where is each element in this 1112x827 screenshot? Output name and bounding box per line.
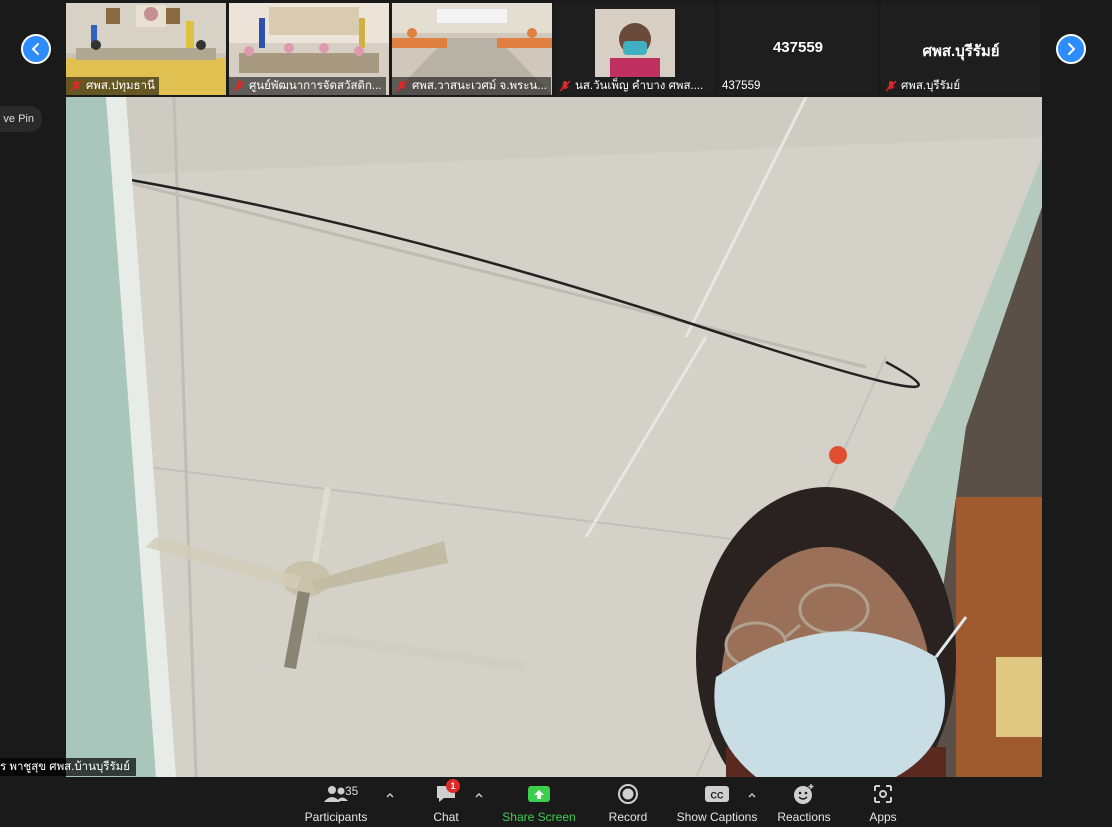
participant-name: ศพส.บุรีรัมย์ xyxy=(901,80,961,92)
chevron-up-icon xyxy=(748,793,756,798)
remove-pin-button[interactable]: ve Pin xyxy=(0,106,42,132)
participant-count: 35 xyxy=(345,784,359,798)
chevron-right-icon xyxy=(1068,43,1075,55)
chevron-left-icon xyxy=(32,43,39,55)
record-label: Record xyxy=(608,810,648,824)
chat-label: Chat xyxy=(433,810,459,824)
active-speaker-video xyxy=(66,97,1042,777)
meeting-toolbar: 35 Participants 1 Chat Share Screen Reco… xyxy=(0,777,1112,827)
participants-options-caret[interactable] xyxy=(385,787,395,798)
participant-name-bar: นส.วันเพ็ญ คำบาง ศพส.... xyxy=(555,77,707,95)
participant-name: ศูนย์พัฒนาการจัดสวัสดิก... xyxy=(249,80,382,92)
chevron-up-icon xyxy=(386,793,394,798)
participant-name-bar: 437559 xyxy=(718,77,764,95)
participant-name: ศพส.ปทุมธานี xyxy=(86,80,155,92)
captions-icon-text: CC xyxy=(711,791,724,801)
smiley-plus-icon xyxy=(794,784,814,804)
participant-display-name: ศพส.บุรีรัมย์ xyxy=(922,43,1000,60)
participant-name: 437559 xyxy=(722,80,761,92)
chevron-up-icon xyxy=(475,793,483,798)
show-captions-label: Show Captions xyxy=(676,810,758,824)
speaker-video-frame xyxy=(66,97,1042,777)
participant-name-bar: ศพส.ปทุมธานี xyxy=(66,77,159,95)
mic-muted-icon xyxy=(70,80,82,92)
participant-tile[interactable]: ศพส.ปทุมธานี xyxy=(66,3,226,95)
participant-name-bar: ศูนย์พัฒนาการจัดสวัสดิก... xyxy=(229,77,386,95)
apps-button[interactable]: Apps xyxy=(865,781,901,825)
record-button[interactable]: Record xyxy=(605,781,651,825)
chat-unread-badge: 1 xyxy=(446,779,460,793)
share-screen-label: Share Screen xyxy=(502,810,576,824)
chat-options-caret[interactable] xyxy=(474,787,484,798)
mic-muted-icon xyxy=(233,80,245,92)
reactions-label: Reactions xyxy=(777,810,831,824)
closed-captions-icon: CC xyxy=(705,786,729,802)
participants-label: Participants xyxy=(304,810,368,824)
captions-options-caret[interactable] xyxy=(747,787,757,798)
mic-muted-icon xyxy=(559,80,571,92)
participants-button[interactable]: 35 Participants xyxy=(303,781,369,825)
participant-strip: ศพส.ปทุมธานี ศูนย์พัฒนาการจัดสวัสดิก... xyxy=(0,0,1112,97)
active-speaker-name: ร พาชูสุข ศพส.บ้านบุรีรัมย์ xyxy=(0,758,136,776)
participant-display-name: 437559 xyxy=(772,39,824,56)
record-icon xyxy=(618,784,638,804)
mic-muted-icon xyxy=(396,80,408,92)
zoom-meeting-window: ศพส.ปทุมธานี ศูนย์พัฒนาการจัดสวัสดิก... xyxy=(0,0,1112,827)
share-screen-icon xyxy=(528,786,550,802)
participant-tile[interactable]: ศพส.บุรีรัมย์ ศพส.บุรีรัมย์ xyxy=(881,3,1041,95)
participant-name-bar: ศพส.บุรีรัมย์ xyxy=(881,77,964,95)
chat-button[interactable]: 1 Chat xyxy=(426,779,466,825)
participant-tile[interactable]: 437559 437559 xyxy=(718,3,878,95)
reactions-button[interactable]: Reactions xyxy=(775,781,833,825)
participant-name: ศพส.วาสนะเวศม์ จ.พระน... xyxy=(412,80,547,92)
participant-name-bar: ศพส.วาสนะเวศม์ จ.พระน... xyxy=(392,77,551,95)
participant-tile[interactable]: นส.วันเพ็ญ คำบาง ศพส.... xyxy=(555,3,715,95)
previous-page-button[interactable] xyxy=(21,34,51,64)
mic-muted-icon xyxy=(885,80,897,92)
share-screen-button[interactable]: Share Screen xyxy=(502,781,576,825)
participant-tile[interactable]: ศพส.วาสนะเวศม์ จ.พระน... xyxy=(392,3,552,95)
apps-label: Apps xyxy=(869,810,897,824)
participant-tile[interactable]: ศูนย์พัฒนาการจัดสวัสดิก... xyxy=(229,3,389,95)
apps-icon xyxy=(874,785,892,803)
next-page-button[interactable] xyxy=(1056,34,1086,64)
participant-name: นส.วันเพ็ญ คำบาง ศพส.... xyxy=(575,80,704,92)
